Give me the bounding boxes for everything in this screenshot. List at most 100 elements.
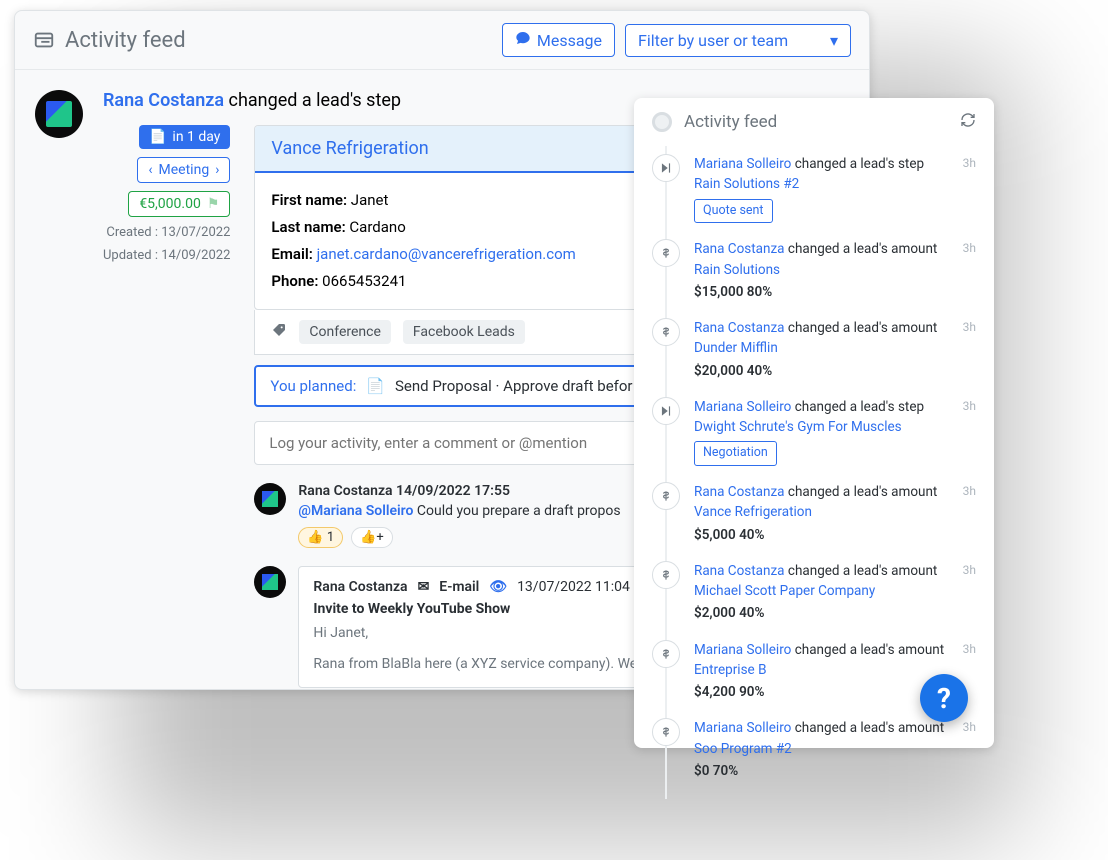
chevron-down-icon: ▾ [830,31,838,50]
feed-action: changed a lead's amount [788,241,937,257]
dollar-icon [652,561,680,589]
updated-meta: Updated : 14/09/2022 [103,248,230,263]
chevron-right-icon: › [215,162,219,178]
tag-icon [271,322,287,342]
feed-icon [33,29,55,51]
filter-label: Filter by user or team [638,31,788,50]
feed-item[interactable]: Rana Costanza changed a lead's amount Dun… [652,310,976,389]
feed-item[interactable]: Mariana Solleiro changed a lead's step Dw… [652,389,976,474]
amount-chip[interactable]: €5,000.00 ⚑ [128,191,230,217]
comment-avatar[interactable] [254,566,286,598]
due-chip[interactable]: 📄 in 1 day [139,125,230,149]
feed-lead[interactable]: Rain Solutions #2 [694,174,949,194]
feed-item[interactable]: Rana Costanza changed a lead's amount Van… [652,474,976,553]
feed-lead[interactable]: Dunder Mifflin [694,338,949,358]
feed-user[interactable]: Mariana Solleiro [694,399,791,415]
dollar-icon [652,640,680,668]
eye-icon: 👁 [489,579,507,595]
created-meta: Created : 13/07/2022 [106,225,230,240]
feed-lead[interactable]: Rain Solutions [694,260,949,280]
feed-lead[interactable]: Michael Scott Paper Company [694,581,949,601]
feed-time: 3h [963,482,976,498]
comment-header: Rana Costanza 14/09/2022 17:55 [298,483,620,499]
feed-user[interactable]: Rana Costanza [694,320,785,336]
dollar-icon [652,239,680,267]
headline-user[interactable]: Rana Costanza [103,90,224,111]
feed-time: 3h [963,239,976,255]
feed-time: 3h [963,318,976,334]
feed-step-badge: Negotiation [694,441,777,466]
lead-meta: 📄 in 1 day ‹ Meeting › €5,000.00 ⚑ Creat… [103,125,230,688]
filter-dropdown[interactable]: Filter by user or team ▾ [625,24,851,57]
comment-avatar[interactable] [254,483,286,515]
feed-item[interactable]: Rana Costanza changed a lead's amount Rai… [652,231,976,310]
feed-action: changed a lead's step [795,399,924,415]
feed-amount: $4,200 90% [694,682,949,702]
planned-label: You planned: [270,377,356,395]
side-title: Activity feed [684,112,777,132]
feed-action: changed a lead's amount [788,484,937,500]
dollar-icon [652,318,680,346]
feed-user[interactable]: Mariana Solleiro [694,156,791,172]
author-avatar[interactable] [35,90,83,138]
feed-action: changed a lead's amount [788,563,937,579]
step-icon [652,397,680,425]
message-button[interactable]: Message [502,23,615,57]
feed-time: 3h [963,640,976,656]
feed-user[interactable]: Rana Costanza [694,241,785,257]
feed-lead[interactable]: Soo Program #2 [694,739,949,759]
feed-amount: $0 70% [694,761,949,781]
main-header: Activity feed Message Filter by user or … [15,11,869,70]
feed-time: 3h [963,561,976,577]
feed-status-icon [652,112,672,132]
dollar-icon [652,482,680,510]
feed-action: changed a lead's step [795,156,924,172]
dollar-icon [652,718,680,746]
feed-lead[interactable]: Vance Refrigeration [694,502,949,522]
envelope-icon: ✉ [418,579,430,595]
feed-amount: $5,000 40% [694,525,949,545]
feed-lead[interactable]: Dwight Schrute's Gym For Muscles [694,417,949,437]
step-icon [652,154,680,182]
file-icon: 📄 [149,129,166,145]
feed-lead[interactable]: Entreprise B [694,660,949,680]
comment-text: @Mariana Solleiro Could you prepare a dr… [298,503,620,519]
flag-icon: ⚑ [207,196,220,212]
headline-action: changed a lead's step [229,90,402,111]
reaction-thumbs-up[interactable]: 👍 1 [298,527,343,548]
feed-amount: $15,000 80% [694,282,949,302]
planned-items: Send Proposal · Approve draft befor [395,377,633,395]
mention[interactable]: @Mariana Solleiro [298,503,413,519]
meeting-chip[interactable]: ‹ Meeting › [137,157,230,183]
help-button[interactable]: ? [920,674,968,722]
chat-icon [515,30,531,50]
feed-item[interactable]: Mariana Solleiro changed a lead's amount… [652,710,976,789]
email-channel: E-mail [439,579,479,595]
feed-user[interactable]: Mariana Solleiro [694,642,791,658]
feed-item[interactable]: Mariana Solleiro changed a lead's step Ra… [652,146,976,231]
chevron-left-icon: ‹ [148,162,152,178]
tag[interactable]: Conference [299,320,390,344]
message-button-label: Message [537,31,602,50]
activity-feed-sidebar: Activity feed Mariana Solleiro changed a… [634,98,994,748]
feed-action: changed a lead's amount [795,642,944,658]
add-reaction-button[interactable]: 👍+ [351,527,393,548]
amount-text: €5,000.00 [139,196,201,212]
feed-amount: $20,000 40% [694,361,949,381]
feed-action: changed a lead's amount [788,320,937,336]
page-title: Activity feed [65,28,186,53]
feed-time: 3h [963,154,976,170]
feed-time: 3h [963,718,976,734]
due-text: in 1 day [172,129,220,145]
feed-step-badge: Quote sent [694,199,773,224]
feed-user[interactable]: Rana Costanza [694,484,785,500]
feed-amount: $2,000 40% [694,603,949,623]
feed-user[interactable]: Mariana Solleiro [694,720,791,736]
email-date: 13/07/2022 11:04 [517,579,630,595]
tag[interactable]: Facebook Leads [403,320,525,344]
refresh-icon[interactable] [960,112,976,132]
feed-user[interactable]: Rana Costanza [694,563,785,579]
doc-icon: 📄 [366,377,385,395]
feed-item[interactable]: Rana Costanza changed a lead's amount Mic… [652,553,976,632]
meeting-text: Meeting [159,162,210,178]
